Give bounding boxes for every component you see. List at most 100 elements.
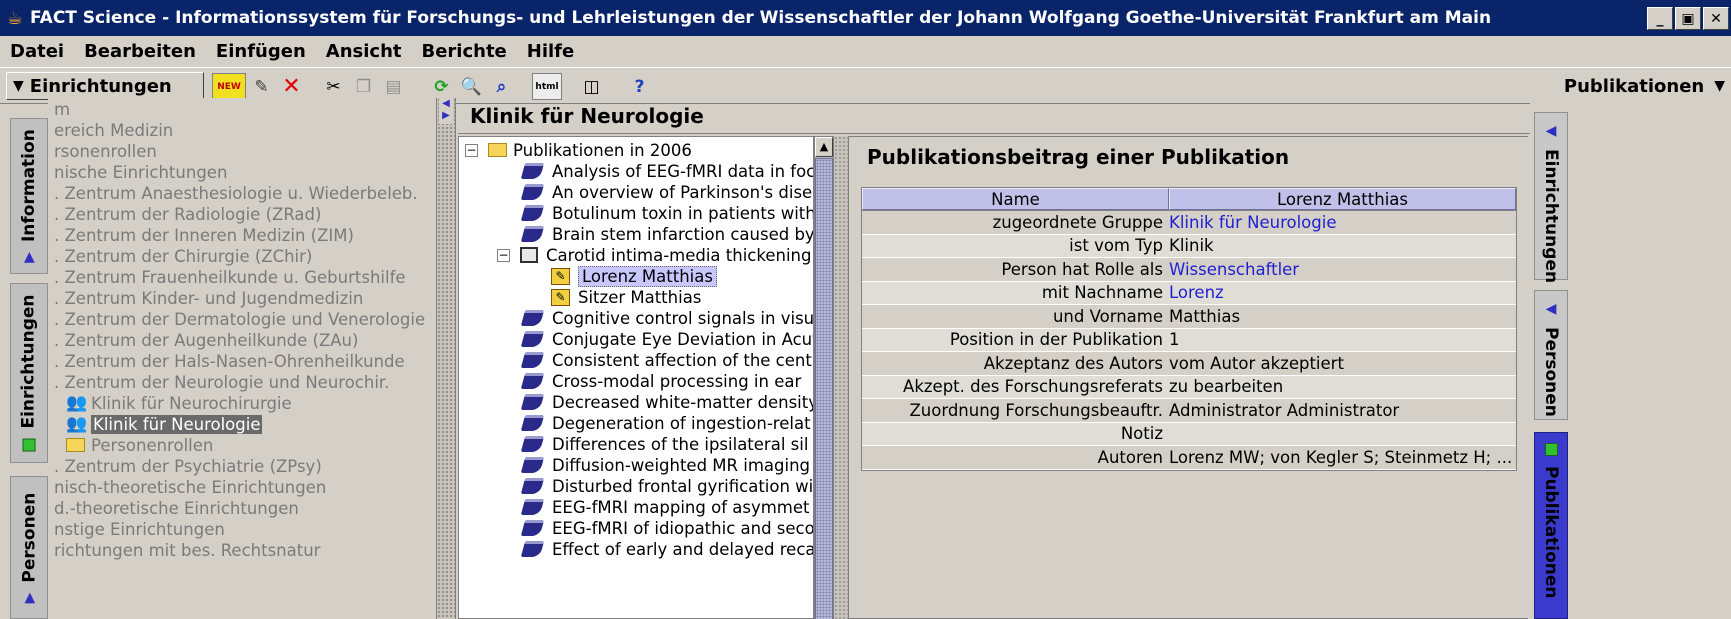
publication-item[interactable]: Conjugate Eye Deviation in Acut xyxy=(520,328,813,350)
detail-panel: Publikationsbeitrag einer Publikation Na… xyxy=(848,136,1528,619)
menu-einfuegen[interactable]: Einfügen xyxy=(216,41,306,62)
publication-item[interactable]: Cross-modal processing in ear xyxy=(520,370,801,392)
detail-splitter[interactable] xyxy=(834,136,848,619)
book-icon xyxy=(520,205,545,221)
row-key: zugeordnete Gruppe xyxy=(992,212,1163,232)
help-icon[interactable]: ? xyxy=(626,73,653,100)
tree-node[interactable]: richtungen mit bes. Rechtsnatur xyxy=(54,539,320,561)
tab-einrichtungen[interactable]: Einrichtungen xyxy=(10,283,48,463)
publication-dropdown[interactable]: Publikationen ▼ xyxy=(1564,72,1725,100)
tree-node[interactable]: rsonenrollen xyxy=(54,140,157,162)
tree-node[interactable]: . Zentrum der Radiologie (ZRad) xyxy=(54,203,321,225)
edit-tool-icon[interactable]: ✎ xyxy=(248,73,275,100)
tree-node-klinik-neurochirurgie[interactable]: 👥 Klinik für Neurochirurgie xyxy=(66,392,292,414)
row-value-link[interactable]: Lorenz xyxy=(1169,283,1516,302)
publication-item[interactable]: An overview of Parkinson's dise xyxy=(520,181,812,203)
row-key: Akzeptanz des Autors xyxy=(983,353,1163,373)
publication-tree-scrollbar[interactable]: ▲ xyxy=(814,136,834,619)
publication-item[interactable]: EEG-fMRI mapping of asymmet xyxy=(520,496,810,518)
publication-item[interactable]: Degeneration of ingestion-relat xyxy=(520,412,811,434)
table-row: Position in der Publikation 1 xyxy=(862,328,1516,352)
row-key: Akzept. des Forschungsreferats xyxy=(903,377,1163,397)
row-value-link[interactable]: Wissenschaftler xyxy=(1169,260,1516,279)
publication-item[interactable]: Disturbed frontal gyrification wit xyxy=(520,475,813,497)
maximize-button[interactable]: ▣ xyxy=(1675,7,1701,30)
new-button[interactable]: NEW xyxy=(212,73,246,100)
tree-node[interactable]: nische Einrichtungen xyxy=(54,161,227,183)
tree-node[interactable]: m xyxy=(54,98,70,120)
publication-item[interactable]: Analysis of EEG-fMRI data in foc xyxy=(520,160,813,182)
row-value-link[interactable]: Klinik für Neurologie xyxy=(1169,213,1516,232)
book-icon xyxy=(520,226,545,242)
publication-item[interactable]: Decreased white-matter density xyxy=(520,391,813,413)
menu-ansicht[interactable]: Ansicht xyxy=(326,41,402,62)
publication-item[interactable]: Differences of the ipsilateral sil xyxy=(520,433,808,455)
header-value[interactable]: Lorenz Matthias xyxy=(1169,188,1516,210)
paste-icon[interactable]: ▤ xyxy=(380,73,407,100)
tree-node[interactable]: . Zentrum der Hals-Nasen-Ohrenheilkunde xyxy=(54,350,405,372)
menu-bearbeiten[interactable]: Bearbeiten xyxy=(84,41,196,62)
tree-node[interactable]: nstige Einrichtungen xyxy=(54,518,225,540)
tree-node[interactable]: d.-theoretische Einrichtungen xyxy=(54,497,299,519)
author-item-lorenz[interactable]: ✎ Lorenz Matthias xyxy=(551,265,717,287)
row-value: Klinik xyxy=(1169,236,1214,256)
tree-node[interactable]: . Zentrum Kinder- und Jugendmedizin xyxy=(54,287,363,309)
tree-node-personenrollen[interactable]: Personenrollen xyxy=(66,434,213,456)
tree-node[interactable]: . Zentrum der Chirurgie (ZChir) xyxy=(54,245,312,267)
right-tab-bar: ◀ Einrichtungen ◀ Personen Publikationen xyxy=(1530,98,1731,619)
row-value: Matthias xyxy=(1169,306,1241,326)
view-dropdown[interactable]: ▼ Einrichtungen xyxy=(6,72,204,100)
tree-node[interactable]: ereich Medizin xyxy=(54,119,173,141)
minimize-button[interactable]: _ xyxy=(1647,7,1673,30)
html-export-button[interactable]: html xyxy=(532,73,562,100)
tree-node[interactable]: . Zentrum der Augenheilkunde (ZAu) xyxy=(54,329,358,351)
tab-right-personen[interactable]: ◀ Personen xyxy=(1534,290,1568,420)
author-item-sitzer[interactable]: ✎ Sitzer Matthias xyxy=(551,286,701,308)
close-button[interactable]: ✕ xyxy=(1703,7,1729,30)
publication-item[interactable]: Cognitive control signals in visu xyxy=(520,307,813,329)
cut-icon[interactable]: ✂ xyxy=(320,73,347,100)
publication-item[interactable]: Diffusion-weighted MR imaging xyxy=(520,454,810,476)
publication-item[interactable]: Botulinum toxin in patients with xyxy=(520,202,813,224)
tree-node[interactable]: . Zentrum Frauenheilkunde u. Geburtshilf… xyxy=(54,266,406,288)
delete-icon[interactable]: ✕ xyxy=(278,73,305,100)
tree-node[interactable]: . Zentrum der Dermatologie und Venerolog… xyxy=(54,308,425,330)
publication-item[interactable]: Consistent affection of the centr xyxy=(520,349,813,371)
collapse-toggle-icon[interactable]: − xyxy=(497,248,510,262)
view-dropdown-label: Einrichtungen xyxy=(29,75,172,97)
tree-node[interactable]: . Zentrum der Inneren Medizin (ZIM) xyxy=(54,224,354,246)
tab-personen[interactable]: ▶ Personen xyxy=(10,476,48,619)
collapse-toggle-icon[interactable]: − xyxy=(465,143,478,157)
publication-item[interactable]: Brain stem infarction caused by xyxy=(520,223,813,245)
tree-node-klinik-neurologie[interactable]: 👥 Klinik für Neurologie xyxy=(66,413,263,435)
tree-node[interactable]: . Zentrum Anaesthesiologie u. Wiederbele… xyxy=(54,182,418,204)
menu-hilfe[interactable]: Hilfe xyxy=(527,41,574,62)
publication-item-expanded[interactable]: − Carotid intima-media thickening xyxy=(497,244,811,266)
scroll-up-icon[interactable]: ▲ xyxy=(815,137,833,157)
publication-item[interactable]: Effect of early and delayed reca xyxy=(520,538,813,560)
publication-item[interactable]: EEG-fMRI of idiopathic and seco xyxy=(520,517,813,539)
scrollbar-thumb[interactable] xyxy=(815,158,833,619)
tree-node[interactable]: . Zentrum der Neurologie und Neurochir. xyxy=(54,371,389,393)
tree-node[interactable]: nisch-theoretische Einrichtungen xyxy=(54,476,326,498)
active-square-icon xyxy=(22,438,36,452)
tab-information[interactable]: ▶ Information xyxy=(10,118,48,274)
advanced-search-icon[interactable]: ⌕ xyxy=(488,73,515,100)
tab-right-publikationen[interactable]: Publikationen xyxy=(1534,432,1568,619)
tree-root-publikationen[interactable]: − Publikationen in 2006 xyxy=(465,139,692,161)
publication-dropdown-label: Publikationen xyxy=(1563,75,1705,97)
window-titlebar: ☕ FACT Science - Informationssystem für … xyxy=(0,0,1731,36)
header-name[interactable]: Name xyxy=(862,188,1169,210)
layout-icon[interactable]: ◫ xyxy=(578,73,605,100)
refresh-icon[interactable]: ⟳ xyxy=(428,73,455,100)
left-splitter[interactable]: ◀ ▶ xyxy=(436,98,456,619)
tab-right-einrichtungen[interactable]: ◀ Einrichtungen xyxy=(1534,112,1568,283)
detail-title: Publikationsbeitrag einer Publikation xyxy=(867,145,1290,169)
row-value: zu bearbeiten xyxy=(1169,377,1284,397)
menu-datei[interactable]: Datei xyxy=(10,41,64,62)
menu-berichte[interactable]: Berichte xyxy=(421,41,506,62)
tree-node[interactable]: . Zentrum der Psychiatrie (ZPsy) xyxy=(54,455,322,477)
copy-icon[interactable]: ❐ xyxy=(350,73,377,100)
collapse-arrows-icon[interactable]: ◀ ▶ xyxy=(439,98,453,124)
search-icon[interactable]: 🔍 xyxy=(458,73,485,100)
